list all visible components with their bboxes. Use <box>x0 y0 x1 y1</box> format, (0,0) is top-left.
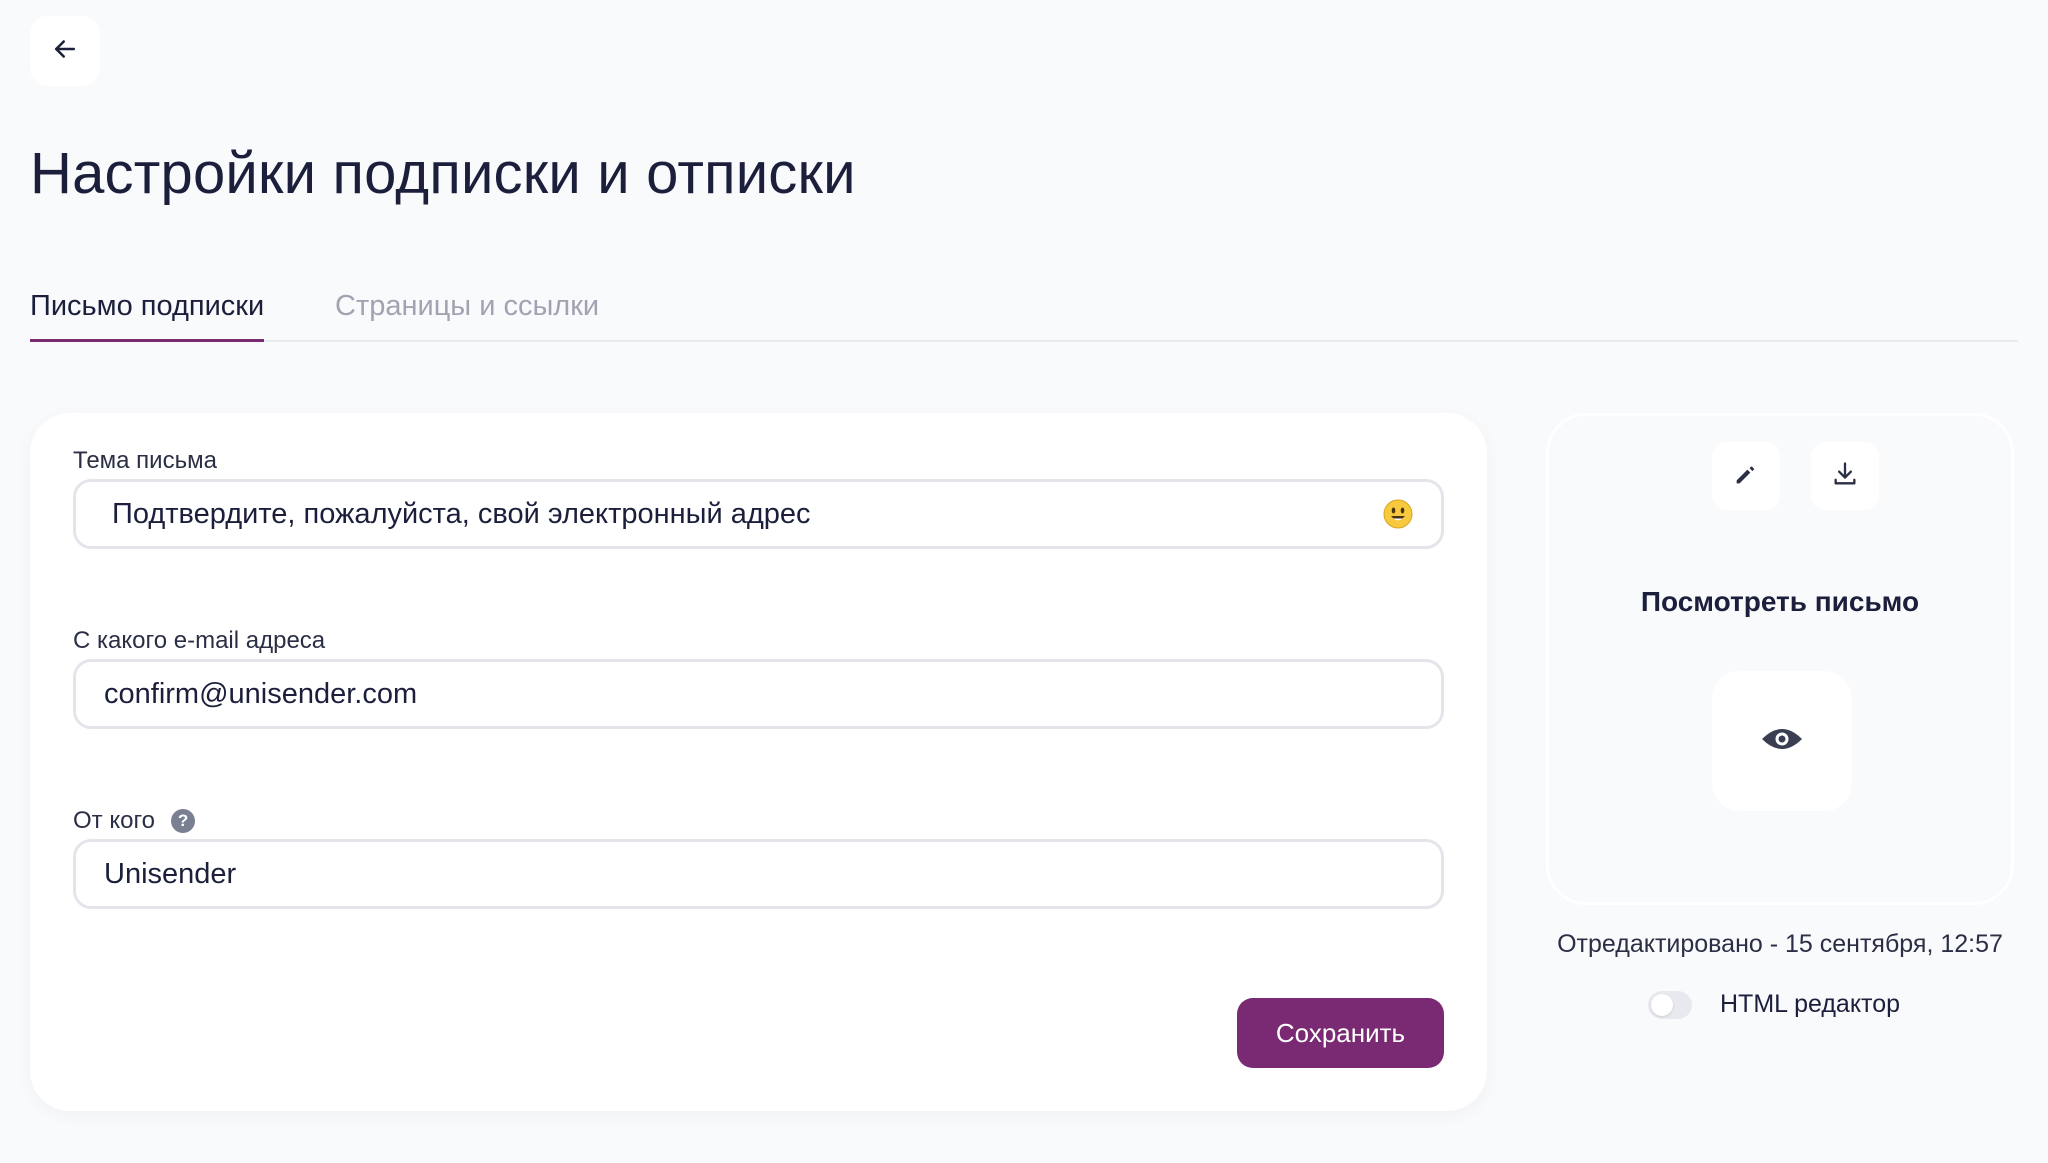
from-name-input-value: Unisender <box>104 857 237 890</box>
page-title: Настройки подписки и отписки <box>30 141 856 206</box>
from-email-label: С какого e-mail адреса <box>73 627 325 655</box>
from-name-label: От кого ? <box>73 807 196 835</box>
from-name-label-text: От кого <box>73 807 156 834</box>
last-edited-text: Отредактировано - 15 сентября, 12:57 <box>1557 930 2003 958</box>
arrow-left-icon <box>50 34 80 69</box>
from-email-label-text: С какого e-mail адреса <box>73 627 326 654</box>
download-icon <box>1831 460 1859 493</box>
subject-label: Тема письма <box>73 447 217 475</box>
email-preview-card: Посмотреть письмо <box>1546 413 2014 905</box>
tab-bar: Письмо подписки Страницы и ссылки <box>30 286 2018 342</box>
preview-title: Посмотреть письмо <box>1640 586 1920 617</box>
eye-icon <box>1760 724 1804 759</box>
toggle-knob <box>1651 993 1673 1016</box>
from-email-input-value: confirm@unisender.com <box>104 677 418 710</box>
help-icon[interactable]: ? <box>171 809 196 833</box>
view-email-button[interactable] <box>1712 671 1852 811</box>
from-email-input[interactable]: confirm@unisender.com <box>73 659 1444 729</box>
download-email-button[interactable] <box>1811 442 1879 510</box>
save-button[interactable]: Сохранить <box>1237 998 1444 1068</box>
from-name-input[interactable]: Unisender <box>73 839 1444 909</box>
subject-input-value: Подтвердите, пожалуйста, свой электронны… <box>112 497 811 530</box>
edit-email-button[interactable] <box>1712 442 1780 510</box>
tab-subscription-email[interactable]: Письмо подписки <box>30 286 265 342</box>
emoji-picker-icon[interactable] <box>1383 499 1413 529</box>
pencil-icon <box>1732 460 1760 493</box>
subscription-form-card: Тема письма Подтвердите, пожалуйста, сво… <box>30 413 1487 1111</box>
back-button[interactable] <box>30 16 100 86</box>
subject-input[interactable]: Подтвердите, пожалуйста, свой электронны… <box>73 479 1444 549</box>
html-editor-toggle[interactable] <box>1648 990 1692 1019</box>
tab-pages-and-links[interactable]: Страницы и ссылки <box>335 286 599 342</box>
html-editor-label: HTML редактор <box>1720 990 1901 1018</box>
html-editor-toggle-row: HTML редактор <box>1648 990 1900 1019</box>
subject-label-text: Тема письма <box>73 447 217 474</box>
